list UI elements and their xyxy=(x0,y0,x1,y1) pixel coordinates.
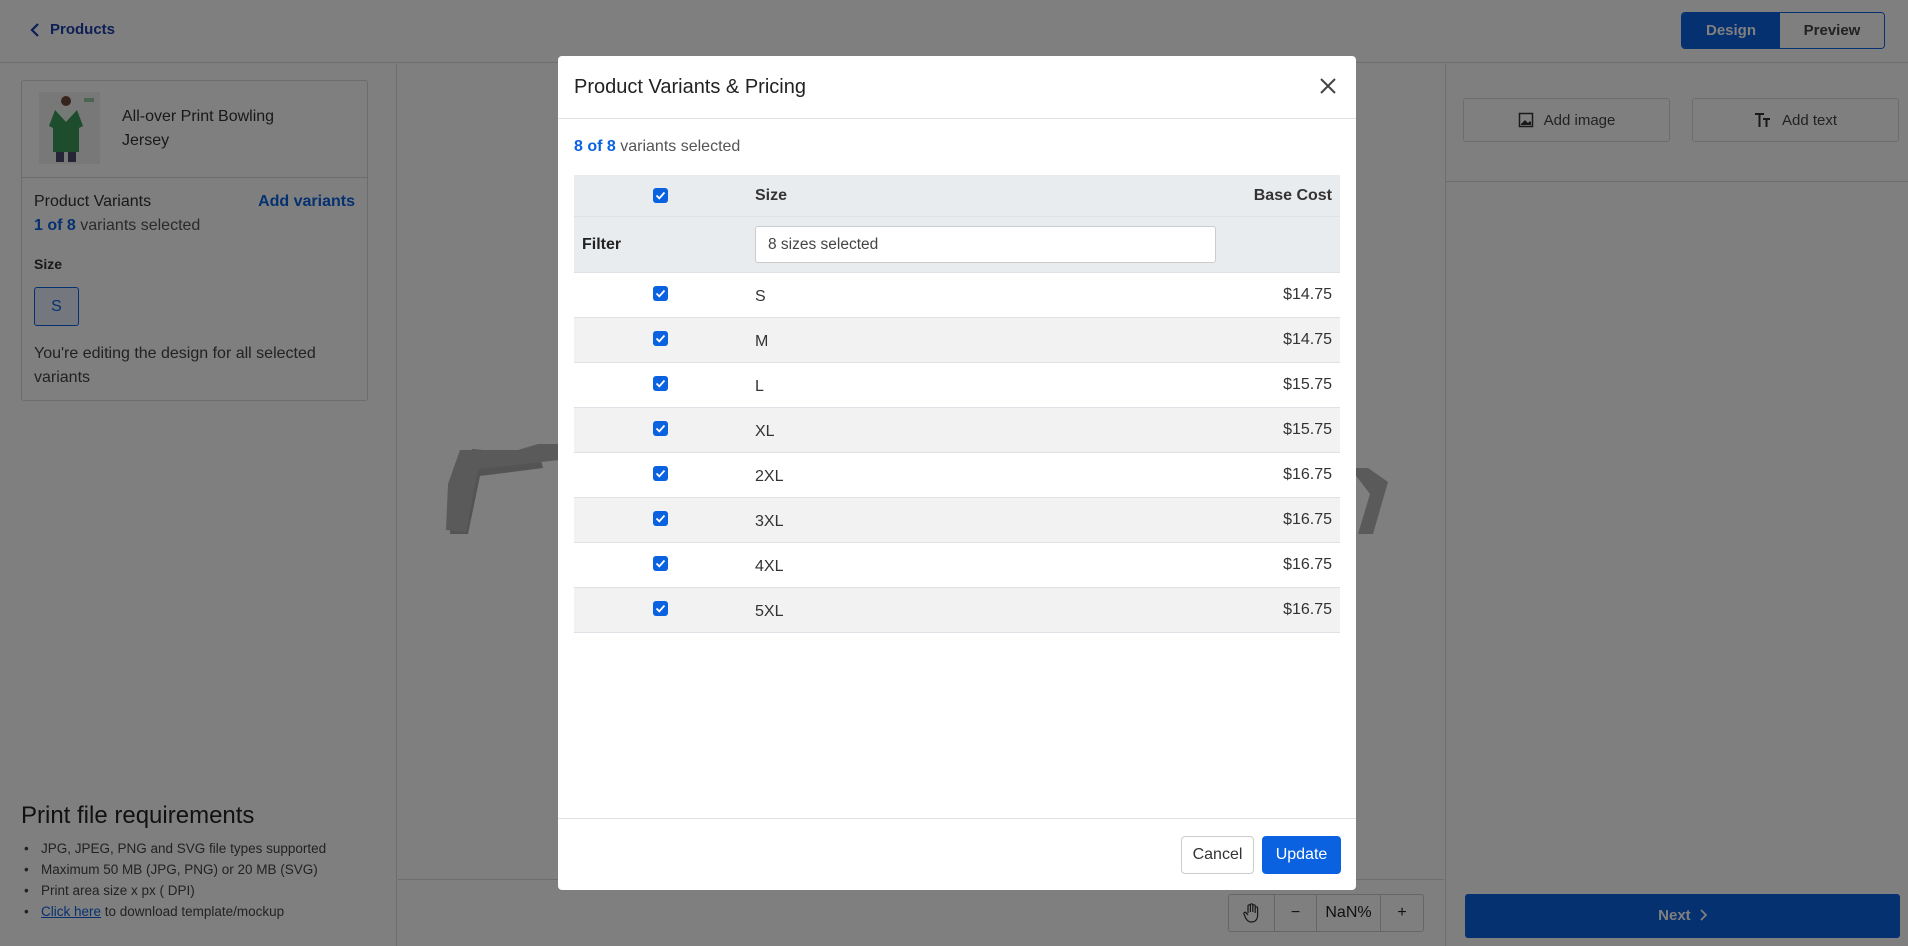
variant-size: 4XL xyxy=(755,558,784,575)
column-header-base-cost[interactable]: Base Cost xyxy=(1254,187,1332,205)
variant-cost: $14.75 xyxy=(1283,331,1332,348)
checkmark-icon xyxy=(655,514,666,523)
modal-title: Product Variants & Pricing xyxy=(574,76,806,98)
table-row[interactable]: XL $15.75 xyxy=(574,408,1340,453)
select-all-checkbox[interactable] xyxy=(653,188,668,203)
variant-cost: $14.75 xyxy=(1283,286,1332,303)
variant-cost: $16.75 xyxy=(1283,511,1332,528)
table-row[interactable]: 4XL $16.75 xyxy=(574,543,1340,588)
table-header-row: Size Base Cost xyxy=(574,175,1340,217)
modal-header-divider xyxy=(558,118,1356,119)
variant-size: S xyxy=(755,288,766,305)
checkmark-icon xyxy=(655,379,666,388)
variant-size: 5XL xyxy=(755,603,784,620)
table-row[interactable]: L $15.75 xyxy=(574,363,1340,408)
checkmark-icon xyxy=(655,424,666,433)
modal-footer-divider xyxy=(558,818,1356,819)
table-row[interactable]: S $14.75 xyxy=(574,273,1340,318)
variant-cost: $15.75 xyxy=(1283,376,1332,393)
variant-checkbox[interactable] xyxy=(653,466,668,481)
column-header-size[interactable]: Size xyxy=(755,187,787,205)
variant-checkbox[interactable] xyxy=(653,331,668,346)
variant-size: XL xyxy=(755,423,775,440)
table-filter-row: Filter 8 sizes selected xyxy=(574,217,1340,273)
modal-selected-count: 8 of 8 variants selected xyxy=(574,138,740,156)
variant-checkbox[interactable] xyxy=(653,286,668,301)
variant-cost: $16.75 xyxy=(1283,556,1332,573)
update-button[interactable]: Update xyxy=(1262,836,1341,874)
checkmark-icon xyxy=(655,289,666,298)
filter-label: Filter xyxy=(582,236,622,253)
variant-cost: $16.75 xyxy=(1283,601,1332,618)
checkmark-icon xyxy=(655,604,666,613)
variant-cost: $15.75 xyxy=(1283,421,1332,438)
variant-cost: $16.75 xyxy=(1283,466,1332,483)
checkmark-icon xyxy=(655,334,666,343)
checkmark-icon xyxy=(655,559,666,568)
size-filter-select[interactable]: 8 sizes selected xyxy=(755,226,1216,263)
table-row[interactable]: M $14.75 xyxy=(574,318,1340,363)
table-row[interactable]: 2XL $16.75 xyxy=(574,453,1340,498)
variant-size: 2XL xyxy=(755,468,784,485)
variant-size: M xyxy=(755,333,769,350)
checkmark-icon xyxy=(655,191,666,200)
checkmark-icon xyxy=(655,469,666,478)
table-row[interactable]: 3XL $16.75 xyxy=(574,498,1340,543)
table-row[interactable]: 5XL $16.75 xyxy=(574,588,1340,633)
modal-selected-count-suffix: variants selected xyxy=(620,138,741,155)
modal-selected-count-value: 8 of 8 xyxy=(574,138,616,155)
variant-size: L xyxy=(755,378,764,395)
close-icon xyxy=(1320,78,1336,94)
close-modal-button[interactable] xyxy=(1316,74,1340,98)
variant-checkbox[interactable] xyxy=(653,511,668,526)
variants-table: Size Base Cost Filter 8 sizes selected S… xyxy=(574,175,1340,633)
variant-checkbox[interactable] xyxy=(653,556,668,571)
variant-checkbox[interactable] xyxy=(653,421,668,436)
variant-checkbox[interactable] xyxy=(653,376,668,391)
variant-checkbox[interactable] xyxy=(653,601,668,616)
variants-pricing-modal: Product Variants & Pricing 8 of 8 varian… xyxy=(558,56,1356,890)
variant-size: 3XL xyxy=(755,513,784,530)
cancel-button[interactable]: Cancel xyxy=(1181,836,1254,874)
